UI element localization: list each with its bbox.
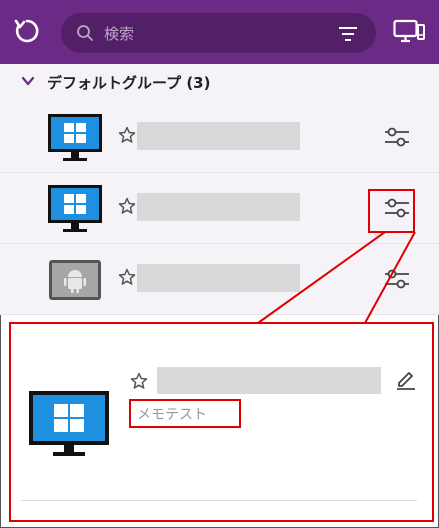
device-name-redacted <box>137 193 300 221</box>
device-list-icon[interactable] <box>393 19 425 45</box>
device-name-redacted <box>157 367 381 394</box>
refresh-icon[interactable] <box>14 18 40 44</box>
device-row[interactable] <box>0 244 439 315</box>
chevron-down-icon <box>21 76 35 86</box>
windows-monitor-icon <box>48 114 102 161</box>
sliders-icon[interactable] <box>384 124 410 150</box>
star-icon[interactable] <box>118 197 136 215</box>
android-tablet-icon <box>49 260 101 300</box>
star-icon[interactable] <box>118 126 136 144</box>
device-row[interactable] <box>0 102 439 173</box>
search-placeholder: 検索 <box>104 25 135 43</box>
pencil-icon[interactable] <box>395 368 417 390</box>
windows-monitor-icon <box>29 391 109 456</box>
windows-monitor-icon <box>48 185 102 232</box>
search-input[interactable]: 検索 <box>61 13 376 53</box>
memo-highlight: メモテスト <box>129 399 241 428</box>
sliders-icon[interactable] <box>384 266 410 292</box>
divider <box>21 500 417 501</box>
star-icon[interactable] <box>130 372 148 390</box>
group-header[interactable]: デフォルトグループ (3) <box>0 64 439 102</box>
star-icon[interactable] <box>118 268 136 286</box>
highlight-box <box>368 189 415 233</box>
top-bar: 検索 <box>0 0 439 64</box>
search-icon <box>77 25 93 41</box>
device-name-redacted <box>137 122 300 150</box>
group-title: デフォルトグループ (3) <box>47 74 211 92</box>
filter-icon[interactable] <box>337 25 359 43</box>
memo-text: メモテスト <box>137 407 207 423</box>
device-detail-panel: メモテスト <box>9 322 434 522</box>
device-name-redacted <box>137 264 300 292</box>
